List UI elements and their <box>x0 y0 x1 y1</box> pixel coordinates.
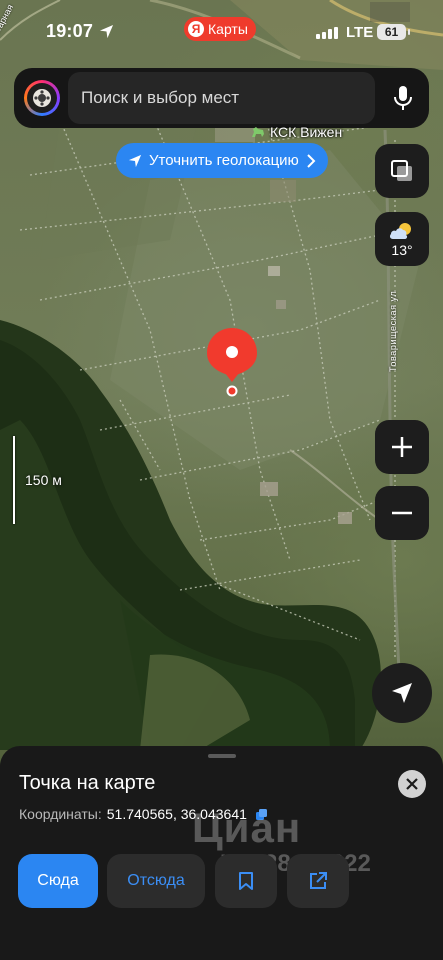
close-button[interactable] <box>398 770 426 798</box>
app-badge[interactable]: Я Карты <box>184 17 256 41</box>
microphone-icon[interactable] <box>390 84 416 112</box>
weather-icon <box>389 222 411 239</box>
layers-button[interactable] <box>375 144 429 198</box>
share-icon <box>310 872 327 889</box>
scale-bar <box>13 436 15 524</box>
route-here-label: Сюда <box>37 872 79 889</box>
bookmark-button[interactable] <box>215 854 277 908</box>
search-placeholder: Поиск и выбор мест <box>81 88 240 107</box>
route-from-button[interactable]: Отсюда <box>107 854 205 908</box>
plus-icon <box>392 437 412 457</box>
weather-temperature: 13° <box>391 241 413 258</box>
close-icon <box>406 778 418 790</box>
place-bottom-sheet: Точка на карте Координаты: 51.740565, 36… <box>0 746 443 960</box>
sheet-title: Точка на карте <box>19 772 156 794</box>
poi-name: КСК Вижен <box>270 124 343 140</box>
refine-geolocation-button[interactable]: Уточнить геолокацию <box>116 143 328 178</box>
app-badge-label: Карты <box>208 21 248 37</box>
route-here-button[interactable]: Сюда <box>18 854 98 908</box>
refine-geolocation-label: Уточнить геолокацию <box>149 152 299 169</box>
bookmark-icon <box>239 872 253 890</box>
location-services-icon <box>99 24 114 39</box>
share-button[interactable] <box>287 854 349 908</box>
chevron-right-icon <box>307 153 316 168</box>
cellular-signal-icon <box>316 27 338 39</box>
zoom-in-button[interactable] <box>375 420 429 474</box>
profile-avatar[interactable] <box>24 80 60 116</box>
network-type: LTE <box>346 24 374 41</box>
coordinates-row: Координаты: 51.740565, 36.043641 <box>19 806 268 822</box>
horse-poi-icon <box>252 127 264 137</box>
coordinates-label: Координаты: <box>19 806 102 822</box>
battery-indicator: 61 <box>377 24 410 40</box>
street-label: Товарищеская ул <box>388 290 398 372</box>
coordinates-value[interactable]: 51.740565, 36.043641 <box>107 806 247 822</box>
sheet-drag-handle[interactable] <box>208 754 236 758</box>
navigation-arrow-icon <box>392 683 412 703</box>
location-arrow-icon <box>128 154 142 167</box>
yandex-logo-icon: Я <box>188 21 204 37</box>
zoom-out-button[interactable] <box>375 486 429 540</box>
my-location-button[interactable] <box>372 663 432 723</box>
status-time: 19:07 <box>46 21 94 41</box>
copy-icon[interactable] <box>255 808 268 821</box>
poi-label[interactable]: КСК Вижен <box>250 124 342 140</box>
avatar-image-icon <box>33 89 51 107</box>
search-bar: Поиск и выбор мест <box>14 68 429 128</box>
map-pin-icon[interactable] <box>205 326 259 398</box>
layers-icon <box>391 160 412 181</box>
route-from-label: Отсюда <box>127 872 185 889</box>
scale-label: 150 м <box>25 472 62 488</box>
minus-icon <box>392 511 412 515</box>
search-input[interactable]: Поиск и выбор мест <box>68 72 375 124</box>
weather-button[interactable]: 13° <box>375 212 429 266</box>
